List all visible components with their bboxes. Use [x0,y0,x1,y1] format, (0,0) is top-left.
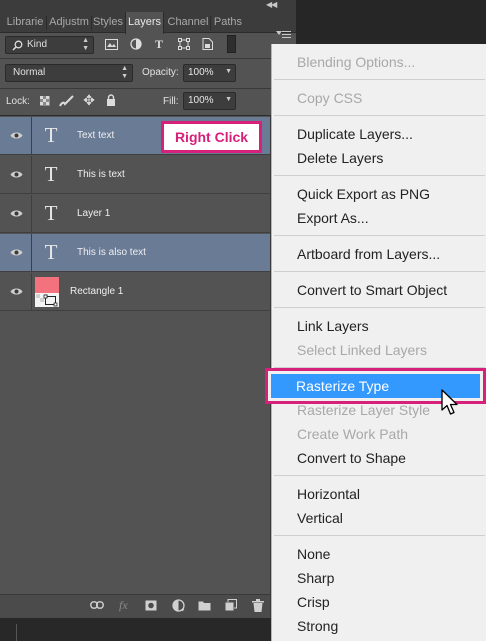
blend-mode-select[interactable]: Normal ▲ ▼ [5,64,133,82]
lock-position-icon[interactable]: ✥ [82,93,96,107]
menu-item-duplicate-layers[interactable]: Duplicate Layers... [297,122,413,146]
select-arrows-icon: ▲ ▼ [82,37,89,52]
visibility-toggle[interactable] [0,195,32,233]
menu-item-convert-to-shape[interactable]: Convert to Shape [297,446,406,470]
smart-object-filter-icon[interactable] [202,38,213,50]
menu-item-antialias-crisp[interactable]: Crisp [297,590,330,614]
filter-kind-label: Kind [27,39,48,50]
layer-name: This is text [77,169,125,180]
menu-item-delete-layers[interactable]: Delete Layers [297,146,383,170]
opacity-field[interactable]: 100% ▼ [183,64,236,82]
filter-toggle-icon[interactable] [227,35,236,53]
fill-dropdown-icon[interactable]: ▼ [225,96,232,103]
search-icon [12,40,23,51]
layer-name: This is also text [77,247,146,258]
select-arrows-icon: ▲ ▼ [121,65,128,80]
blend-mode-value: Normal [13,67,46,78]
layer-name: Layer 1 [77,208,111,219]
layer-row[interactable]: T Layer 1 [0,195,270,233]
layer-row[interactable]: Rectangle 1 [0,273,270,311]
adjustment-filter-icon[interactable] [130,38,142,50]
menu-item-create-work-path[interactable]: Create Work Path [297,422,408,446]
eye-icon [10,171,23,178]
tab-styles[interactable]: Styles [92,12,124,33]
image-filter-icon[interactable] [105,39,118,50]
layer-name: Text text [77,130,115,141]
lock-label: Lock: [6,96,30,107]
adjustment-icon[interactable] [172,599,185,612]
type-filter-icon[interactable]: T [153,38,165,50]
visibility-toggle[interactable] [0,117,32,155]
cursor-icon [441,389,458,415]
collapse-panel-icon[interactable]: ◀◀ [266,0,277,9]
trash-icon[interactable] [252,599,264,612]
type-layer-thumbnail-icon: T [44,240,58,264]
eye-icon [10,249,23,256]
status-strip [0,618,271,641]
fill-value: 100% [188,95,214,106]
opacity-label: Opacity: [142,67,179,78]
tab-libraries[interactable]: Librarie [4,12,46,33]
status-divider [16,624,17,641]
fill-field[interactable]: 100% ▼ [183,92,236,110]
menu-item-quick-export-png[interactable]: Quick Export as PNG [297,182,430,206]
visibility-toggle[interactable] [0,273,32,311]
menu-item-blending-options[interactable]: Blending Options... [297,50,415,74]
menu-item-horizontal[interactable]: Horizontal [297,482,360,506]
screenshot-root: ◀◀ Librarie Adjustm Styles Layers Channe… [0,0,486,641]
shape-filter-icon[interactable] [178,38,190,50]
fx-icon[interactable]: fx [119,598,128,612]
eye-icon [10,288,23,295]
tab-paths[interactable]: Paths [212,12,244,33]
layer-row[interactable]: T This is also text [0,234,270,272]
mask-icon[interactable] [145,600,157,611]
type-layer-thumbnail-icon: T [44,162,58,186]
menu-item-antialias-none[interactable]: None [297,542,330,566]
menu-item-antialias-strong[interactable]: Strong [297,614,338,638]
right-click-callout: Right Click [161,121,262,153]
shape-layer-thumbnail-icon [35,277,59,307]
panel-title-strip [0,0,296,12]
type-layer-thumbnail-icon: T [44,201,58,225]
menu-item-artboard-from-layers[interactable]: Artboard from Layers... [297,242,440,266]
menu-item-copy-css[interactable]: Copy CSS [297,86,362,110]
opacity-value: 100% [188,67,214,78]
layer-row[interactable]: T This is text [0,156,270,194]
eye-icon [10,210,23,217]
panel-menu-icon[interactable] [276,28,292,42]
folder-icon[interactable] [198,600,211,611]
menu-item-rasterize-type-label: Rasterize Type [296,378,390,394]
lock-image-icon[interactable] [59,94,75,107]
lock-all-icon[interactable] [106,94,116,106]
layer-name: Rectangle 1 [70,286,124,297]
menu-item-link-layers[interactable]: Link Layers [297,314,369,338]
menu-item-export-as[interactable]: Export As... [297,206,369,230]
tab-channels[interactable]: Channel [167,12,209,33]
opacity-dropdown-icon[interactable]: ▼ [225,68,232,75]
visibility-toggle[interactable] [0,234,32,272]
menu-item-antialias-sharp[interactable]: Sharp [297,566,334,590]
menu-item-select-linked-layers[interactable]: Select Linked Layers [297,338,427,362]
fill-label: Fill: [163,96,179,107]
type-layer-thumbnail-icon: T [44,123,58,147]
layer-filter-kind-select[interactable]: Kind ▲ ▼ [5,36,94,54]
link-icon[interactable] [90,601,104,609]
new-layer-icon[interactable] [225,599,237,611]
visibility-toggle[interactable] [0,156,32,194]
tab-layers[interactable]: Layers [125,12,164,34]
menu-item-convert-smart-object[interactable]: Convert to Smart Object [297,278,447,302]
layers-panel: ◀◀ Librarie Adjustm Styles Layers Channe… [0,0,296,641]
menu-item-vertical[interactable]: Vertical [297,506,343,530]
eye-icon [10,132,23,139]
lock-transparent-icon[interactable] [40,96,50,106]
panel-tab-bar: Librarie Adjustm Styles Layers Channel P… [0,12,296,38]
layer-context-menu: Blending Options... Copy CSS Duplicate L… [271,44,486,641]
tab-adjustments[interactable]: Adjustm [48,12,90,33]
